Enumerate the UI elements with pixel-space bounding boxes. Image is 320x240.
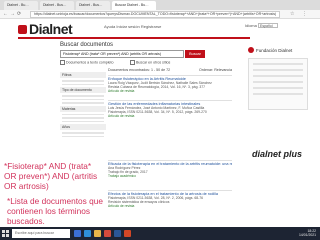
dialnet-plus-logo[interactable]: dialnet plus xyxy=(252,149,302,159)
word-icon[interactable] xyxy=(114,230,121,237)
result-type: Trabajo académico xyxy=(108,174,136,179)
filter-heading: Filtros xyxy=(60,72,106,78)
language-label: Idioma xyxy=(244,23,257,28)
fundacion-label: Fundación Dialnet xyxy=(256,47,293,53)
filter-heading[interactable]: Materias xyxy=(60,105,106,112)
star-icon[interactable]: ☆ xyxy=(290,11,294,18)
result-item: Efectos de la fisioterapia en el tratami… xyxy=(108,190,232,208)
task-view-icon[interactable] xyxy=(74,230,81,237)
dialnet-logo-text: Dialnet xyxy=(29,21,73,37)
search-input[interactable]: Fisioterap* AND (trata* OR preven*) AND … xyxy=(60,50,184,58)
header-divider xyxy=(18,37,250,39)
results-header: Documentos encontrados: 1 - 50 de 72 Ord… xyxy=(108,68,232,74)
filter-column: Filtros Tipo de documento Materias Años xyxy=(60,72,106,139)
browser-tab[interactable]: Dialnet - Bus… xyxy=(40,1,74,10)
page-title: Buscar documentos xyxy=(60,42,114,48)
filter-heading[interactable]: Tipo de documento xyxy=(60,87,106,93)
language-selector[interactable]: Idioma Español xyxy=(244,23,278,29)
result-type: Artículo de revista xyxy=(108,204,135,209)
chrome-icon[interactable] xyxy=(104,230,111,237)
taskbar: Escribe aquí para buscar 18:22 14/01/202… xyxy=(0,227,320,240)
fundacion-dialnet-banner[interactable]: Fundación Dialnet xyxy=(248,47,292,53)
address-bar: ← → ⟳ https://dialnet.unirioja.es/buscar… xyxy=(0,10,320,19)
query-annotation: *Fisioterap* AND (trata* OR preven*) AND… xyxy=(4,161,104,191)
back-icon[interactable]: ← xyxy=(3,11,8,18)
other-sites-label: Buscar en otros sitios xyxy=(136,60,171,65)
browser-tab-active[interactable]: Buscar Dialnet - Bu… xyxy=(112,1,156,10)
other-sites-option[interactable]: Buscar en otros sitios xyxy=(130,60,170,65)
result-type: Artículo de revista xyxy=(108,89,135,94)
sort-select[interactable]: Ordenar: Relevancia xyxy=(199,68,232,72)
fulltext-checkbox[interactable] xyxy=(60,60,65,65)
result-item: Eficacia de la fisioterapia en el tratam… xyxy=(108,160,232,178)
clock-date: 14/01/2021 xyxy=(299,233,316,238)
sidebar-panel xyxy=(248,58,308,110)
forward-icon[interactable]: → xyxy=(10,11,15,18)
browser-tab[interactable]: Dialnet - Bu… xyxy=(4,1,38,10)
taskbar-search-input[interactable]: Escribe aquí para buscar xyxy=(12,229,70,238)
system-clock[interactable]: 18:22 14/01/2021 xyxy=(299,229,316,238)
url-input[interactable]: https://dialnet.unirioja.es/buscar/docum… xyxy=(30,11,280,18)
taskbar-apps xyxy=(74,230,131,237)
windows-start-icon[interactable] xyxy=(2,230,9,237)
file-explorer-icon[interactable] xyxy=(94,230,101,237)
results-count: Documentos encontrados: 1 - 50 de 72 xyxy=(108,68,171,72)
other-sites-checkbox[interactable] xyxy=(130,60,135,65)
fundacion-icon xyxy=(248,47,254,53)
language-select[interactable]: Español xyxy=(258,23,278,29)
edge-icon[interactable] xyxy=(84,230,91,237)
search-button[interactable]: Buscar xyxy=(185,50,205,58)
dialnet-logo[interactable]: Dialnet xyxy=(18,21,73,37)
dialnet-logo-icon xyxy=(18,24,27,34)
results-annotation: *Lista de documentos que contienen los t… xyxy=(7,196,107,226)
fulltext-option[interactable]: Documentos a texto completo xyxy=(60,60,114,65)
result-item: Gestión de las enfermedades inflamatoria… xyxy=(108,100,232,118)
filter-heading[interactable]: Años xyxy=(60,124,106,130)
fulltext-option-label: Documentos a texto completo xyxy=(66,60,114,65)
reload-icon[interactable]: ⟳ xyxy=(17,11,21,18)
result-item: Enfoque fisioterápico en la Artritis Reu… xyxy=(108,75,232,93)
browser-tab[interactable]: Dialnet - Bus… xyxy=(76,1,110,10)
browser-tab-bar: Dialnet - Bu… Dialnet - Bus… Dialnet - B… xyxy=(0,0,320,10)
result-type: Artículo de revista xyxy=(108,114,135,119)
header-links[interactable]: Ayuda Iniciar sesión Registrarse xyxy=(104,24,161,29)
powerpoint-icon[interactable] xyxy=(124,230,131,237)
menu-icon[interactable]: ⋮ xyxy=(302,11,307,18)
